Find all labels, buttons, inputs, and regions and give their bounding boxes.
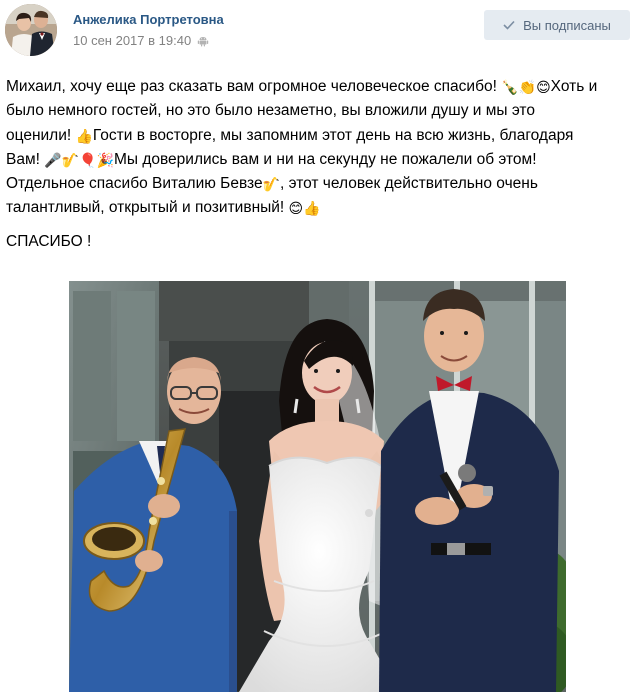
post-line: талантливый, открытый и позитивный! 😊👍	[6, 196, 632, 220]
post-line-text: Гости в восторге, мы запомним этот день …	[92, 126, 574, 144]
post-line-text: оценили!	[6, 126, 76, 144]
post-line-text: Михаил, хочу еще раз сказать вам огромно…	[6, 78, 502, 95]
post-line-text: Мы доверились вам и ни на секунду не пож…	[113, 150, 537, 168]
post-line: оценили! 👍Гости в восторге, мы запомним …	[6, 124, 632, 148]
post-line: было немного гостей, но это было незамет…	[6, 99, 632, 123]
emoji-mic-sax-balloon-party-icon: 🎤🎷🎈🎉	[44, 151, 114, 168]
post-closing: СПАСИБО !	[6, 233, 92, 250]
post-meta: 10 сен 2017 в 19:40	[73, 33, 209, 48]
subscribed-button[interactable]: Вы подписаны	[484, 10, 630, 40]
post-line-text: Вам!	[6, 150, 45, 168]
post-line: Михаил, хочу еще раз сказать вам огромно…	[6, 75, 632, 99]
post-date[interactable]: 10 сен 2017 в 19:40	[73, 33, 191, 48]
post-photo[interactable]	[69, 281, 566, 692]
wedding-photo-icon	[69, 281, 566, 692]
post-line: Вам! 🎤🎷🎈🎉Мы доверились вам и ни на секун…	[6, 148, 632, 172]
avatar-wedding-couple-icon	[5, 4, 57, 56]
check-icon	[503, 20, 515, 30]
author-avatar[interactable]	[5, 4, 57, 56]
post-text: Михаил, хочу еще раз сказать вам огромно…	[6, 75, 632, 221]
android-icon	[197, 36, 209, 46]
post-line-text: было немного гостей, но это было незамет…	[6, 102, 535, 120]
post-line-text: талантливый, открытый и позитивный!	[6, 199, 289, 217]
emoji-thumbs-up-icon: 👍	[75, 127, 93, 144]
emoji-saxophone-icon: 🎷	[262, 176, 281, 193]
emoji-smile-thumbs-up-icon: 😊👍	[288, 200, 321, 217]
post-page: Анжелика Портретовна 10 сен 2017 в 19:40…	[0, 0, 635, 692]
author-name[interactable]: Анжелика Портретовна	[73, 12, 224, 27]
post-line-text: Хоть и	[550, 78, 598, 95]
post-line: Отдельное спасибо Виталию Бевзе🎷, этот ч…	[6, 172, 632, 196]
post-line-text: Отдельное спасибо Виталию Бевзе	[6, 175, 263, 193]
emoji-champagne-clap-smile-icon: 🍾👏😊	[501, 79, 551, 95]
post-line-text: , этот человек действительно очень	[280, 175, 538, 193]
subscribed-button-label: Вы подписаны	[523, 17, 611, 33]
